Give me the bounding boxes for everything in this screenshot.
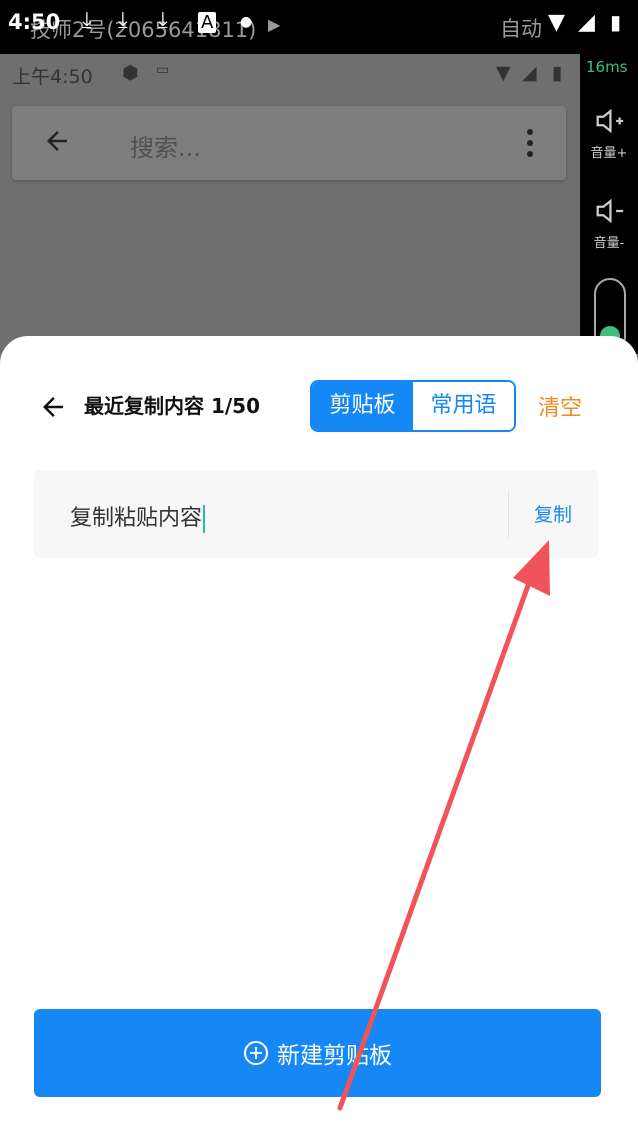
download-icon: ⤓ xyxy=(118,8,128,33)
text-caret xyxy=(203,505,206,533)
back-arrow-icon[interactable] xyxy=(38,392,68,426)
new-clipboard-label: 新建剪贴板 xyxy=(277,1043,392,1069)
volume-up-button[interactable]: 音量+ xyxy=(580,104,638,161)
battery-icon: ▮ xyxy=(552,62,563,84)
tab-clipboard[interactable]: 剪贴板 xyxy=(312,382,413,430)
sheet-title: 最近复制内容 1/50 xyxy=(84,394,261,418)
play-icon: ▶ xyxy=(268,15,281,34)
download-icon: ⤓ xyxy=(158,8,168,33)
copy-button[interactable]: 复制 xyxy=(534,500,572,527)
volume-down-label: 音量- xyxy=(593,236,625,251)
search-bar[interactable]: 搜索... xyxy=(12,106,566,180)
tab-switcher: 剪贴板 常用语 xyxy=(310,380,516,432)
volume-down-button[interactable]: 音量- xyxy=(580,194,638,251)
wifi-icon: ▼ xyxy=(496,62,511,84)
volume-up-label: 音量+ xyxy=(590,146,628,161)
outer-status-bar: 技师2号(2065641811) 4:50 ⤓ ⤓ ⤓ A ● ▶ 自动 ▼ ◢… xyxy=(0,0,638,54)
clipboard-sheet: 最近复制内容 1/50 剪贴板 常用语 清空 复制粘贴内容 复制 新建剪贴板 xyxy=(0,336,638,1134)
keyboard-icon: ▭ xyxy=(156,62,170,78)
search-input[interactable]: 搜索... xyxy=(130,128,201,163)
clear-button[interactable]: 清空 xyxy=(538,390,582,422)
side-control-panel: 16ms 音量+ 音量- xyxy=(580,54,638,354)
status-time: 4:50 xyxy=(8,10,61,34)
add-circle-icon xyxy=(244,1041,268,1065)
divider xyxy=(508,490,509,538)
inner-status-bar: 上午4:50 ⬢ ▭ ▼ ◢ ▮ xyxy=(0,54,580,94)
overlay-title: 技师2号(2065641811) xyxy=(30,18,257,42)
clipboard-item-text: 复制粘贴内容 xyxy=(70,500,206,533)
inner-app: 上午4:50 ⬢ ▭ ▼ ◢ ▮ 搜索... xyxy=(0,54,580,354)
clipboard-item-text-value: 复制粘贴内容 xyxy=(70,506,203,531)
latency-readout: 16ms xyxy=(586,58,628,76)
new-clipboard-button[interactable]: 新建剪贴板 xyxy=(34,1009,601,1097)
wifi-icon: ▼ xyxy=(548,10,565,35)
speaker-minus-icon xyxy=(596,198,624,224)
tab-common-phrases[interactable]: 常用语 xyxy=(413,382,514,430)
dot-icon: ● xyxy=(240,14,253,30)
clipboard-item[interactable]: 复制粘贴内容 复制 xyxy=(34,470,598,558)
signal-icon: ◢ xyxy=(578,10,595,35)
app-notification-icon: A xyxy=(198,12,217,33)
speaker-plus-icon xyxy=(596,108,624,134)
back-arrow-icon[interactable] xyxy=(42,126,72,160)
more-vert-icon[interactable] xyxy=(526,128,534,162)
shield-icon: ⬢ xyxy=(122,62,139,84)
inner-status-time: 上午4:50 xyxy=(12,66,93,88)
mode-label: 自动 xyxy=(500,17,542,41)
battery-icon: ▮ xyxy=(610,10,622,34)
signal-icon: ◢ xyxy=(522,62,537,84)
download-icon: ⤓ xyxy=(82,8,92,33)
